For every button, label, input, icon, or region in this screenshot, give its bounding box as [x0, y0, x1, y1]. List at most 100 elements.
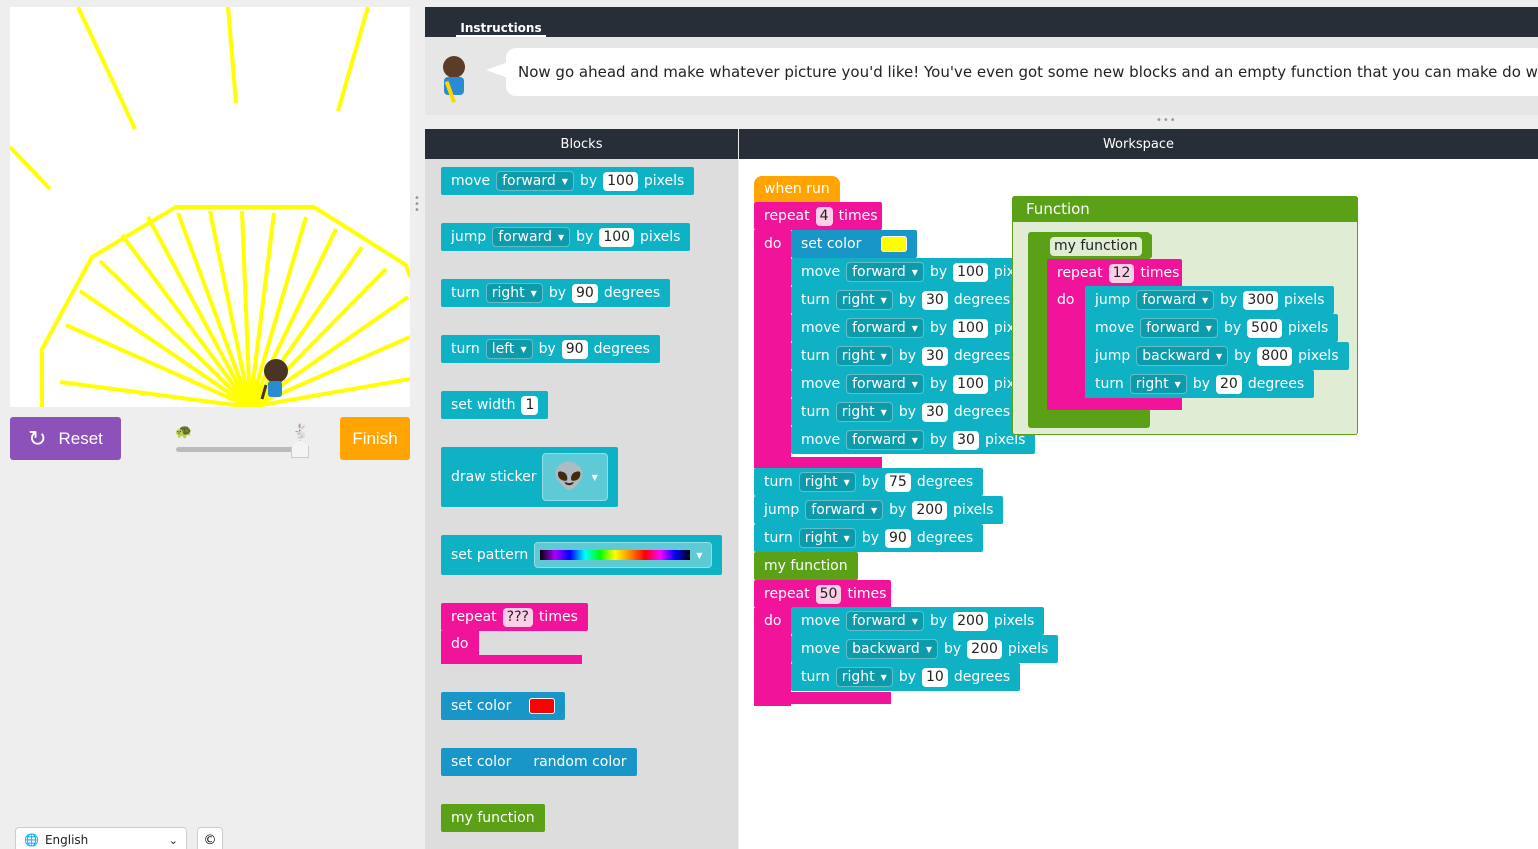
- number-field[interactable]: 100: [599, 227, 635, 247]
- toolbox-move-block[interactable]: move forward ▼ by 100 pixels: [441, 167, 695, 195]
- copyright-button[interactable]: ©: [197, 827, 223, 849]
- direction-dropdown[interactable]: right ▼: [835, 346, 893, 366]
- function-name-field[interactable]: my function: [1040, 234, 1152, 258]
- workspace-header: Workspace: [739, 129, 1538, 159]
- turn-right-block[interactable]: turn right ▼ by 20 degrees: [1085, 370, 1315, 398]
- toolbox-repeat-block[interactable]: repeat ??? times: [441, 603, 588, 631]
- number-field[interactable]: 10: [921, 667, 948, 687]
- direction-dropdown[interactable]: backward ▼: [1136, 346, 1229, 366]
- color-swatch-yellow[interactable]: [881, 236, 908, 252]
- direction-dropdown[interactable]: forward ▼: [1136, 290, 1215, 310]
- direction-dropdown[interactable]: right ▼: [798, 528, 856, 548]
- direction-dropdown[interactable]: left ▼: [485, 339, 533, 359]
- number-field[interactable]: 1: [521, 395, 539, 415]
- turn-right-block[interactable]: turn right ▼ by 30 degrees: [791, 342, 1021, 370]
- direction-dropdown[interactable]: backward ▼: [846, 639, 938, 659]
- number-field[interactable]: 90: [884, 528, 911, 548]
- function-repeat-12-block[interactable]: repeat 12 times: [1047, 259, 1182, 287]
- number-field[interactable]: 20: [1215, 374, 1242, 394]
- number-field[interactable]: 30: [921, 290, 948, 310]
- number-field[interactable]: 200: [912, 500, 948, 520]
- number-field[interactable]: 200: [967, 639, 1002, 659]
- direction-dropdown[interactable]: right ▼: [835, 667, 893, 687]
- number-field[interactable]: 12: [1108, 263, 1135, 283]
- toolbox-set-pattern-block[interactable]: set pattern ▼: [441, 535, 723, 575]
- number-field[interactable]: 90: [561, 339, 588, 359]
- direction-dropdown[interactable]: right ▼: [798, 472, 856, 492]
- number-field[interactable]: ???: [502, 607, 533, 627]
- move-forward-block[interactable]: moveforward▼by100pixels: [791, 314, 1045, 342]
- number-field[interactable]: 100: [953, 318, 988, 338]
- repeat-50-block[interactable]: repeat 50 times: [754, 580, 891, 608]
- number-field[interactable]: 30: [921, 402, 948, 422]
- column-resize-handle[interactable]: • • •: [414, 194, 420, 216]
- toolbox-set-width-block[interactable]: set width 1: [441, 391, 549, 419]
- move-backward-block[interactable]: move backward ▼ by 200 pixels: [791, 635, 1059, 663]
- direction-dropdown[interactable]: forward ▼: [1140, 318, 1218, 338]
- move-forward-block[interactable]: move forward ▼ by 500 pixels: [1085, 314, 1339, 342]
- toolbox-my-function-block[interactable]: my function: [441, 804, 545, 832]
- reset-button[interactable]: ↻ Reset: [10, 417, 121, 460]
- repeat-4-block[interactable]: repeat 4 times: [754, 202, 882, 230]
- dropdown-arrow-icon: ▼: [843, 477, 850, 487]
- number-field[interactable]: 90: [571, 283, 598, 303]
- toolbox-turn-left-block[interactable]: turn left ▼ by 90 degrees: [441, 335, 660, 363]
- number-field[interactable]: 4: [815, 206, 833, 226]
- direction-dropdown[interactable]: forward ▼: [846, 430, 924, 450]
- turn-right-block[interactable]: turn right ▼ by 10 degrees: [791, 663, 1021, 691]
- color-swatch-red[interactable]: [529, 698, 556, 714]
- set-color-yellow-block[interactable]: set color: [791, 230, 918, 258]
- number-field[interactable]: 100: [603, 171, 638, 191]
- function-name-value[interactable]: my function: [1050, 236, 1142, 256]
- direction-dropdown[interactable]: forward ▼: [805, 500, 884, 520]
- sticker-dropdown[interactable]: 👽 ▼: [542, 453, 609, 501]
- language-select[interactable]: 🌐 English ⌄: [15, 827, 187, 849]
- direction-dropdown[interactable]: right ▼: [485, 283, 543, 303]
- direction-dropdown[interactable]: right ▼: [1129, 374, 1187, 394]
- move-forward-block[interactable]: move forward ▼ by 200 pixels: [791, 607, 1045, 635]
- direction-dropdown[interactable]: forward ▼: [492, 227, 571, 247]
- direction-dropdown[interactable]: forward ▼: [846, 374, 924, 394]
- direction-dropdown[interactable]: forward ▼: [846, 262, 924, 282]
- turn-right-block[interactable]: turn right ▼ by 30 degrees: [791, 286, 1021, 314]
- number-field[interactable]: 30: [921, 346, 948, 366]
- speed-thumb[interactable]: [291, 440, 309, 458]
- direction-dropdown[interactable]: forward ▼: [846, 611, 924, 631]
- number-field[interactable]: 50: [815, 584, 842, 604]
- number-field[interactable]: 30: [953, 430, 979, 450]
- toolbox-jump-block[interactable]: jump forward ▼ by 100 pixels: [441, 223, 691, 251]
- when-run-block[interactable]: when run: [754, 176, 840, 202]
- direction-dropdown[interactable]: forward ▼: [496, 171, 574, 191]
- direction-dropdown[interactable]: forward ▼: [846, 318, 924, 338]
- jump-backward-block[interactable]: jump backward ▼ by 800 pixels: [1085, 342, 1349, 370]
- move-forward-block[interactable]: moveforward▼by100pixels: [791, 258, 1045, 286]
- pattern-dropdown[interactable]: ▼: [534, 542, 713, 568]
- number-field[interactable]: 300: [1243, 290, 1279, 310]
- panel-resize-handle[interactable]: •••: [1156, 115, 1177, 126]
- number-field[interactable]: 800: [1257, 346, 1293, 366]
- toolbox-draw-sticker-block[interactable]: draw sticker 👽 ▼: [441, 447, 619, 507]
- direction-dropdown[interactable]: right ▼: [835, 290, 893, 310]
- jump-forward-block[interactable]: jump forward ▼ by 300 pixels: [1085, 286, 1335, 314]
- my-function-call-block[interactable]: my function: [754, 552, 858, 580]
- number-field[interactable]: 75: [884, 472, 911, 492]
- toolbox-set-random-color-block[interactable]: set color random color: [441, 748, 637, 776]
- finish-button[interactable]: Finish: [340, 417, 410, 460]
- jump-forward-block[interactable]: jump forward ▼ by 200 pixels: [754, 496, 1004, 524]
- block-verb: jump: [451, 229, 487, 245]
- toolbox-set-color-block[interactable]: set color: [441, 692, 566, 720]
- speed-track[interactable]: [176, 447, 303, 452]
- toolbox-turn-right-block[interactable]: turn right ▼ by 90 degrees: [441, 279, 671, 307]
- move-forward-block[interactable]: moveforward▼by100pixels: [791, 370, 1045, 398]
- number-field[interactable]: 500: [1247, 318, 1282, 338]
- number-field[interactable]: 200: [953, 611, 988, 631]
- move-forward-block[interactable]: move forward ▼ by 30 pixels: [791, 426, 1036, 454]
- turn-right-block[interactable]: turn right ▼ by 90 degrees: [754, 524, 984, 552]
- turn-right-block[interactable]: turn right ▼ by 75 degrees: [754, 468, 984, 496]
- speed-slider[interactable]: 🐢 🐇: [175, 424, 315, 460]
- number-field[interactable]: 100: [953, 262, 988, 282]
- turn-right-block[interactable]: turn right ▼ by 30 degrees: [791, 398, 1021, 426]
- tab-instructions[interactable]: Instructions: [456, 14, 546, 37]
- direction-dropdown[interactable]: right ▼: [835, 402, 893, 422]
- number-field[interactable]: 100: [953, 374, 988, 394]
